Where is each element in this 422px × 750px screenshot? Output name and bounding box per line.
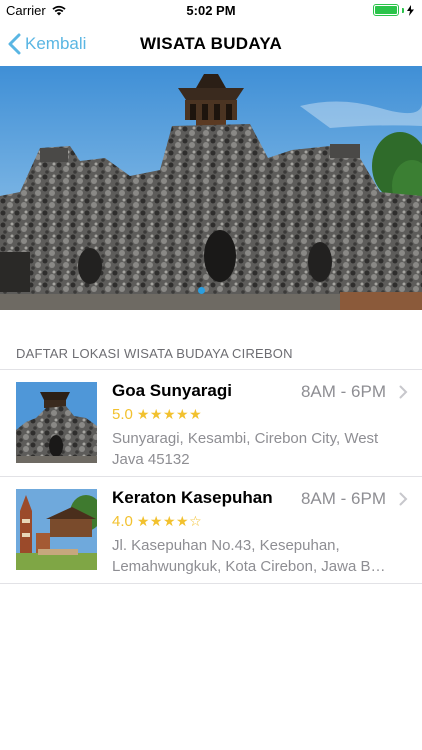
item-name: Goa Sunyaragi <box>112 381 232 400</box>
address-line-1: Sunyaragi, Kesambi, Cirebon City, West <box>112 430 379 447</box>
rock-cave-temple-photo <box>16 382 97 463</box>
palace-gate-photo <box>16 489 97 570</box>
rating: 4.0 ★★★★☆ <box>112 513 202 530</box>
battery-fill <box>375 6 397 14</box>
battery-tip <box>402 7 404 13</box>
list-item-keraton-kasepuhan[interactable]: Keraton Kasepuhan 8AM - 6PM 4.0 ★★★★☆ Jl… <box>0 477 422 584</box>
hero-photo <box>0 66 422 310</box>
address-line-2: Java 45132 <box>112 451 190 468</box>
list-item-goa-sunyaragi[interactable]: Goa Sunyaragi 8AM - 6PM 5.0 ★★★★★ Sunyar… <box>0 370 422 477</box>
item-hours: 8AM - 6PM <box>300 489 386 508</box>
star-rating-icon: ★★★★☆ <box>136 513 203 529</box>
status-time: 5:02 PM <box>186 3 236 18</box>
hero-image[interactable] <box>0 66 422 310</box>
chevron-right-icon <box>399 385 408 399</box>
rating-value: 4.0 <box>112 513 133 530</box>
item-address: Sunyaragi, Kesambi, Cirebon City, West J… <box>112 428 392 470</box>
location-list: Goa Sunyaragi 8AM - 6PM 5.0 ★★★★★ Sunyar… <box>0 369 422 584</box>
address-line-1: Jl. Kasepuhan No.43, Kesepuhan, <box>112 537 340 554</box>
navigation-bar: Kembali WISATA BUDAYA <box>0 22 422 66</box>
page-title: WISATA BUDAYA <box>139 34 283 53</box>
page-indicator-dot[interactable] <box>198 287 205 294</box>
item-name: Keraton Kasepuhan <box>112 488 273 507</box>
chevron-right-icon <box>399 492 408 506</box>
section-header: DAFTAR LOKASI WISATA BUDAYA CIREBON <box>16 346 293 361</box>
item-address: Jl. Kasepuhan No.43, Kesepuhan, Lemahwun… <box>112 535 392 577</box>
star-rating-icon: ★★★★★ <box>136 406 203 422</box>
address-line-2: Lemahwungkuk, Kota Cirebon, Jawa Bar... <box>112 558 392 575</box>
rating-value: 5.0 <box>112 406 133 423</box>
bolt-icon <box>407 4 414 16</box>
item-hours: 8AM - 6PM <box>300 382 386 401</box>
battery-icon <box>373 4 399 16</box>
status-bar: Carrier 5:02 PM <box>0 0 422 22</box>
rating: 5.0 ★★★★★ <box>112 406 202 423</box>
